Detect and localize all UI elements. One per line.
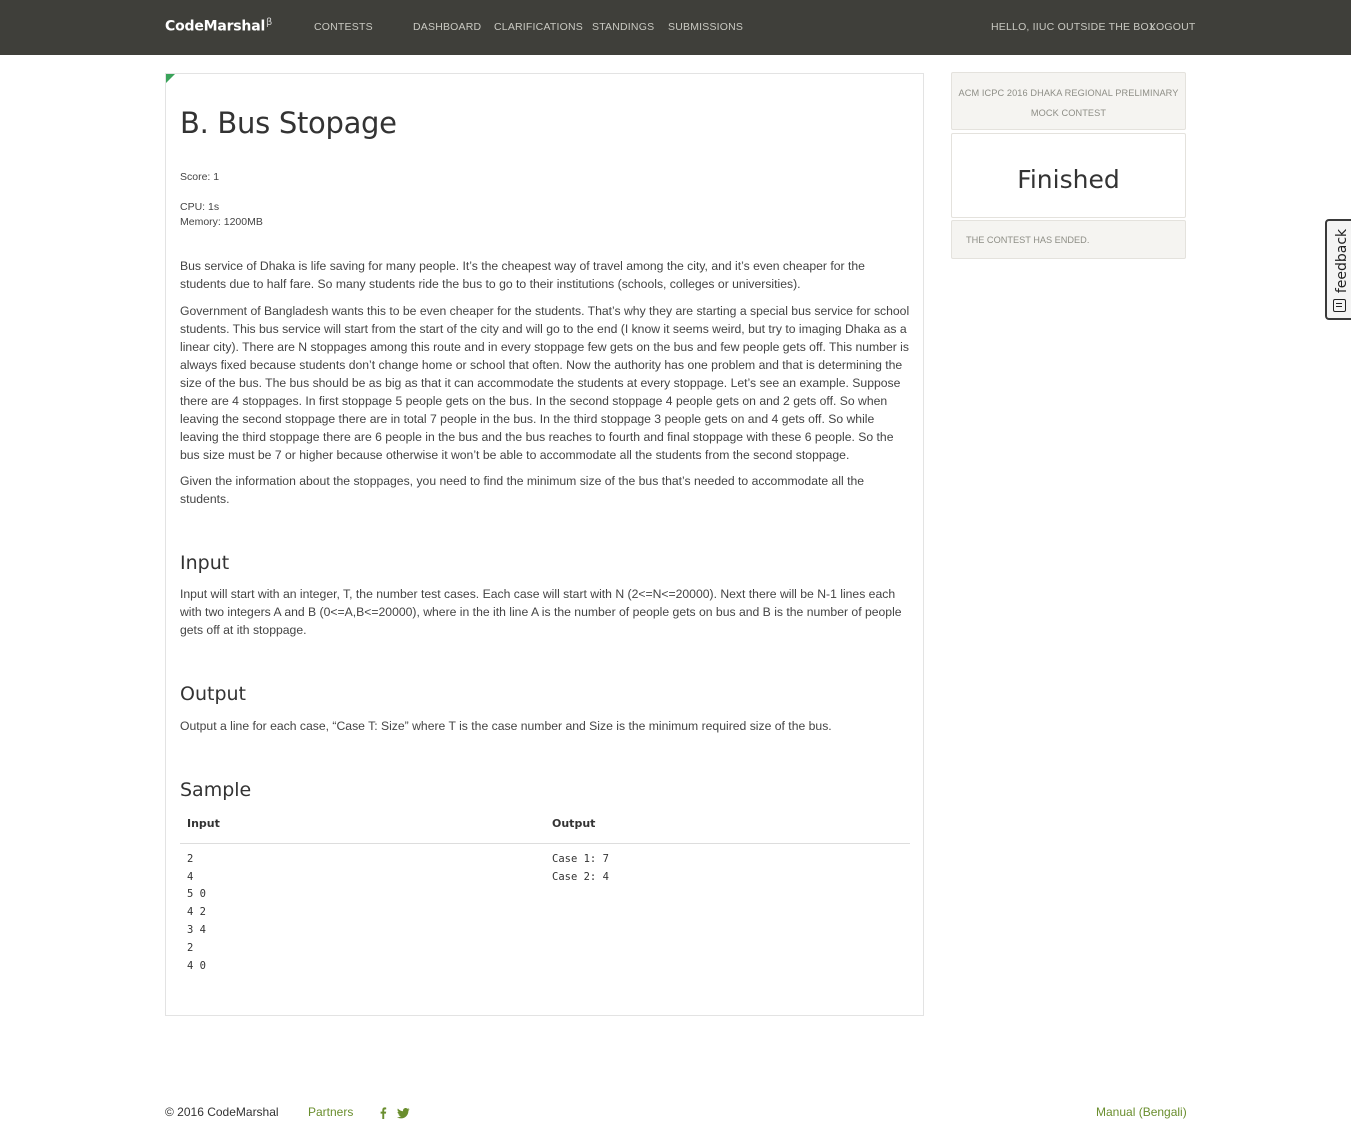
sample-input-line: 4 0 [187,960,206,972]
contest-name[interactable]: ACM ICPC 2016 DHAKA REGIONAL PRELIMINARY… [952,83,1185,123]
beta-mark: β [266,17,273,28]
sample-input-line: 4 [187,871,194,883]
logout-link[interactable]: LOGOUT [1150,21,1196,33]
nav-link-standings[interactable]: STANDINGS [592,21,654,33]
contest-status-panel: Finished [951,133,1186,218]
nav-link-contests[interactable]: CONTESTS [314,21,373,33]
nav-link-submissions[interactable]: SUBMISSIONS [668,21,743,33]
manual-link[interactable]: Manual (Bengali) [1096,1105,1187,1119]
footer-copyright: © 2016 CodeMarshal [165,1105,279,1119]
output-description: Output a line for each case, “Case T: Si… [180,719,832,733]
contest-name-panel: ACM ICPC 2016 DHAKA REGIONAL PRELIMINARY… [951,72,1186,130]
twitter-icon[interactable] [397,1104,410,1123]
feedback-tab[interactable]: feedback [1325,219,1351,320]
output-heading: Output [180,683,246,705]
memory-limit: Memory: 1200MB [180,216,263,228]
sample-input-line: 3 4 [187,924,206,936]
contest-note-panel: THE CONTEST HAS ENDED. [951,220,1186,259]
brand-logo[interactable]: CodeMarshalβ [165,17,272,35]
top-navbar: CodeMarshalβ CONTESTS DASHBOARD CLARIFIC… [0,0,1351,55]
sample-output-header: Output [552,817,596,830]
sample-input-line: 2 [187,853,194,865]
nav-link-clarifications[interactable]: CLARIFICATIONS [494,21,583,33]
sample-output-line: Case 1: 7 [552,853,609,865]
sample-input-header: Input [187,817,220,830]
problem-score: Score: 1 [180,171,220,183]
contest-status: Finished [1017,165,1120,194]
partners-link[interactable]: Partners [308,1105,353,1119]
user-greeting[interactable]: HELLO, IIUC OUTSIDE THE BOX [991,21,1156,33]
sample-input-line: 4 2 [187,906,206,918]
statement-paragraph-3: Given the information about the stoppage… [180,474,865,506]
statement-paragraph-2: Government of Bangladesh wants this to b… [180,304,910,462]
feedback-label: feedback [1334,228,1350,294]
nav-link-dashboard[interactable]: DASHBOARD [413,21,481,33]
facebook-icon[interactable] [379,1104,387,1123]
sample-input-line: 5 0 [187,888,206,900]
input-heading: Input [180,552,230,574]
sample-input-line: 2 [187,942,194,954]
contest-ended-note: THE CONTEST HAS ENDED. [966,235,1090,245]
cpu-limit: CPU: 1s [180,201,220,213]
sample-output-line: Case 2: 4 [552,871,609,883]
statement-paragraph-1: Bus service of Dhaka is life saving for … [180,259,865,291]
input-description: Input will start with an integer, T, the… [180,587,902,637]
problem-panel: B. Bus Stopage Score: 1 CPU: 1s Memory: … [165,73,924,1016]
feedback-icon [1333,299,1346,312]
sample-heading: Sample [180,779,252,801]
sample-divider [180,843,910,844]
brand-name: CodeMarshal [165,18,266,35]
corner-marker [166,74,175,83]
problem-title: B. Bus Stopage [180,106,397,140]
